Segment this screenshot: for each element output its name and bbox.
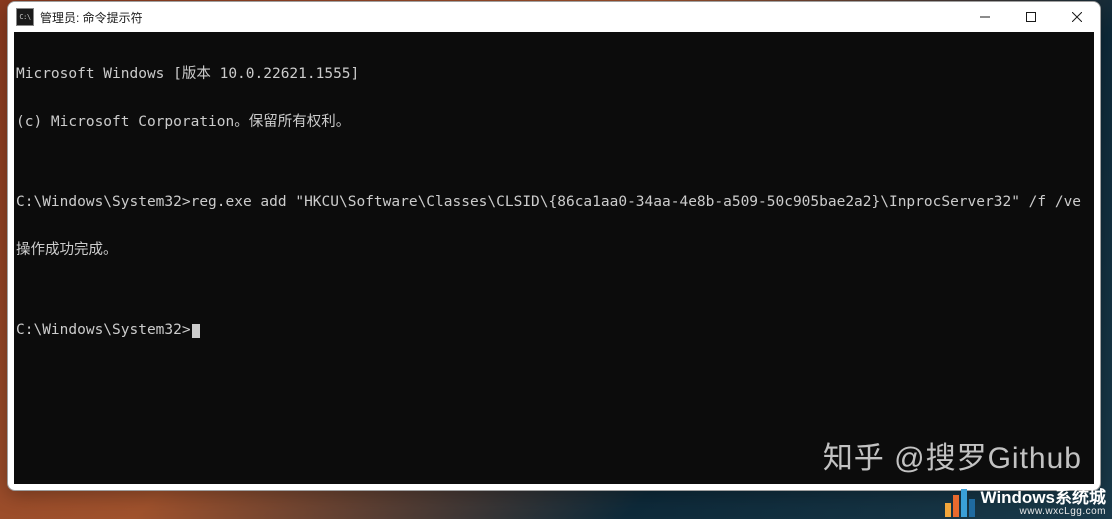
brand-sub: www.wxcLgg.com xyxy=(1020,507,1106,518)
close-icon xyxy=(1072,12,1082,22)
brand-logo-icon xyxy=(945,489,975,517)
terminal-cursor xyxy=(192,324,200,338)
maximize-icon xyxy=(1026,12,1036,22)
terminal-line: 操作成功完成。 xyxy=(16,242,1094,258)
terminal-prompt-line: C:\Windows\System32> xyxy=(16,322,1094,338)
minimize-icon xyxy=(980,12,990,22)
brand-main: Windows系统城 xyxy=(981,489,1106,507)
window-title: 管理员: 命令提示符 xyxy=(40,9,143,26)
maximize-button[interactable] xyxy=(1008,2,1054,32)
window-controls xyxy=(962,2,1100,32)
titlebar-left: C:\ 管理员: 命令提示符 xyxy=(16,8,143,26)
close-button[interactable] xyxy=(1054,2,1100,32)
titlebar[interactable]: C:\ 管理员: 命令提示符 xyxy=(8,2,1100,32)
cmd-icon: C:\ xyxy=(16,8,34,26)
terminal-prompt: C:\Windows\System32> xyxy=(16,322,191,338)
terminal-line: Microsoft Windows [版本 10.0.22621.1555] xyxy=(16,66,1094,82)
terminal-line: (c) Microsoft Corporation。保留所有权利。 xyxy=(16,114,1094,130)
brand-text: Windows系统城 www.wxcLgg.com xyxy=(981,489,1106,517)
terminal-line: C:\Windows\System32>reg.exe add "HKCU\So… xyxy=(16,194,1094,210)
minimize-button[interactable] xyxy=(962,2,1008,32)
command-prompt-window: C:\ 管理员: 命令提示符 Microsoft Windows [版本 10.… xyxy=(7,1,1101,491)
terminal-area[interactable]: Microsoft Windows [版本 10.0.22621.1555] (… xyxy=(14,32,1094,484)
